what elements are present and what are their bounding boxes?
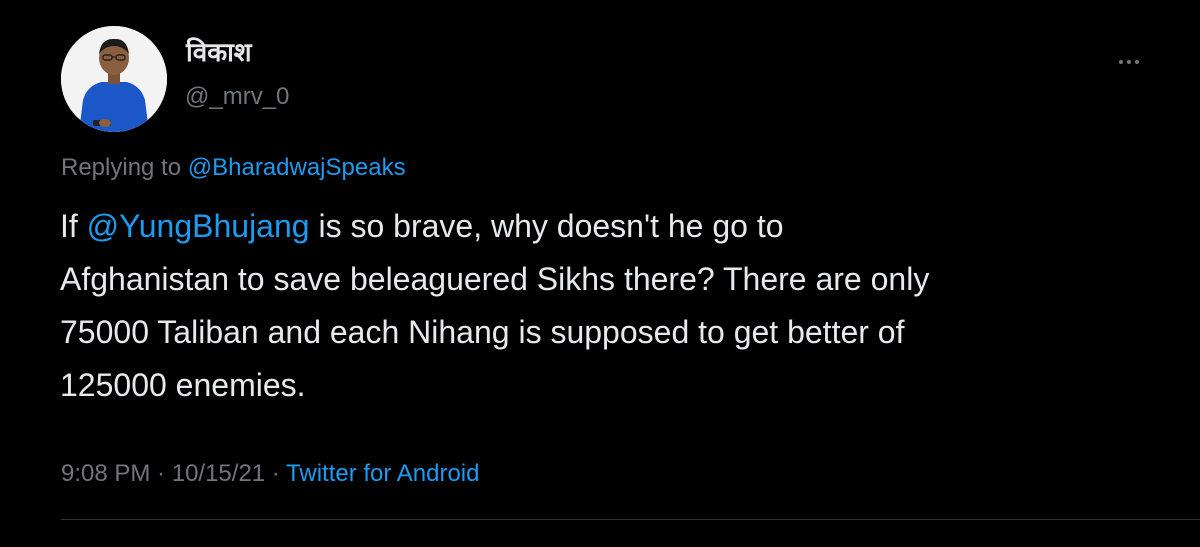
tweet-text-line-4: 125000 enemies. — [60, 367, 306, 403]
meta-separator: · — [150, 460, 172, 487]
tweet: विकाश @_mrv_0 Replying to @BharadwajSpea… — [0, 0, 1200, 547]
tweet-time[interactable]: 9:08 PM — [61, 460, 150, 487]
dot — [1127, 60, 1131, 64]
tweet-text-line-3: 75000 Taliban and each Nihang is suppose… — [60, 314, 905, 350]
avatar[interactable] — [61, 26, 167, 132]
divider — [61, 519, 1200, 520]
user-handle[interactable]: @_mrv_0 — [185, 85, 289, 109]
replying-to-label: Replying to — [61, 154, 182, 181]
tweet-date[interactable]: 10/15/21 — [172, 460, 265, 487]
profile-photo-icon — [61, 26, 167, 132]
tweet-mention-link[interactable]: @YungBhujang — [87, 208, 310, 244]
meta-separator: · — [265, 460, 287, 487]
dot — [1135, 60, 1139, 64]
tweet-text-prefix: If — [60, 208, 87, 244]
tweet-text: If @YungBhujang is so brave, why doesn't… — [60, 200, 1170, 412]
dot — [1119, 60, 1123, 64]
tweet-text-line-1-rest: is so brave, why doesn't he go to — [309, 208, 784, 244]
tweet-metadata: 9:08 PM · 10/15/21 · Twitter for Android — [61, 460, 479, 487]
replying-to-mention[interactable]: @BharadwajSpeaks — [188, 154, 406, 181]
display-name[interactable]: विकाश — [186, 40, 252, 66]
tweet-text-line-1: If @YungBhujang is so brave, why doesn't… — [60, 200, 1170, 253]
tweet-source-link[interactable]: Twitter for Android — [286, 460, 479, 487]
tweet-text-line-2: Afghanistan to save beleaguered Sikhs th… — [60, 261, 930, 297]
replying-to-line: Replying to @BharadwajSpeaks — [61, 154, 406, 181]
more-options-icon[interactable] — [1112, 50, 1146, 74]
